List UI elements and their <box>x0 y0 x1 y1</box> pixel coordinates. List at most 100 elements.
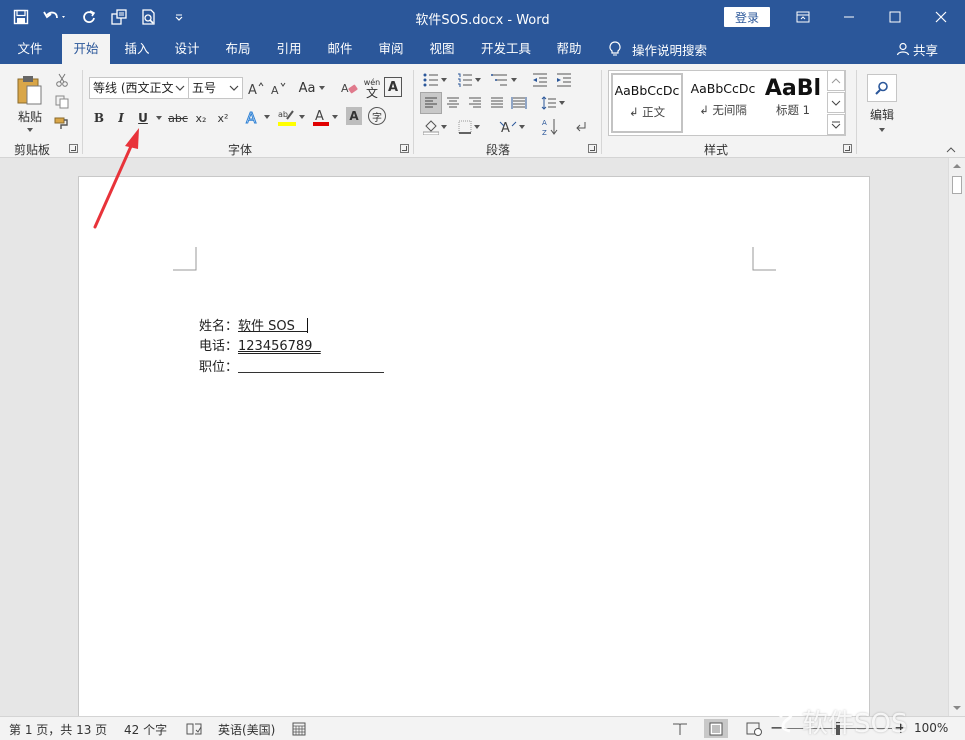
font-launcher[interactable] <box>400 144 409 153</box>
gallery-down-button[interactable] <box>827 92 845 113</box>
strikethrough-button[interactable]: abc <box>168 108 188 128</box>
tab-review[interactable]: 审阅 <box>370 34 412 64</box>
ribbon-display-button[interactable] <box>780 0 826 34</box>
line-spacing-button[interactable] <box>538 92 568 114</box>
gallery-more-button[interactable] <box>827 114 845 135</box>
document-page[interactable]: 姓名：软件 SOS 电话：123456789 职位： <box>78 176 870 716</box>
text-effects-button[interactable]: A <box>242 106 272 128</box>
tab-file[interactable]: 文件 <box>8 34 52 64</box>
tab-insert[interactable]: 插入 <box>116 34 158 64</box>
word-count[interactable]: 42 个字 <box>124 721 167 738</box>
position-blank <box>238 359 385 373</box>
highlight-button[interactable]: ab <box>276 106 306 128</box>
multilevel-list-button[interactable] <box>488 70 520 90</box>
scroll-down-icon[interactable] <box>952 704 962 712</box>
print-layout-button[interactable] <box>704 719 728 738</box>
styles-launcher[interactable] <box>843 144 852 153</box>
scrollbar-thumb[interactable] <box>952 176 962 194</box>
separator <box>413 70 414 154</box>
chevron-down-icon <box>175 85 185 91</box>
language[interactable]: 英语(美国) <box>218 721 275 738</box>
sort-button[interactable]: AZ <box>540 116 560 138</box>
editing-button[interactable]: 编辑 <box>864 70 900 136</box>
italic-button[interactable]: I <box>112 108 130 128</box>
underline-dropdown[interactable] <box>154 108 164 128</box>
macro-icon[interactable] <box>292 722 306 736</box>
clear-formatting-button[interactable]: A <box>340 77 360 99</box>
vertical-scrollbar[interactable] <box>948 158 965 716</box>
paragraph-launcher[interactable] <box>588 144 597 153</box>
decrease-indent-button[interactable] <box>530 70 550 90</box>
chevron-up-icon <box>831 77 841 83</box>
login-button[interactable]: 登录 <box>724 7 770 27</box>
svg-text:A: A <box>542 119 547 127</box>
form-button[interactable] <box>106 4 132 30</box>
read-mode-icon[interactable] <box>672 722 688 736</box>
clipboard-launcher[interactable] <box>69 144 78 153</box>
customize-qat-button[interactable] <box>166 4 192 30</box>
style-no-spacing[interactable]: AaBbCcDc ↲ 无间隔 <box>687 73 759 133</box>
char-border-button[interactable]: A <box>384 77 402 97</box>
collapse-ribbon-button[interactable] <box>944 144 958 154</box>
font-size-combo[interactable]: 五号 <box>188 77 243 99</box>
shading-button[interactable] <box>420 116 450 138</box>
paste-label: 粘贴 <box>17 110 42 124</box>
tab-developer[interactable]: 开发工具 <box>474 34 538 64</box>
tell-me-search[interactable]: 操作说明搜索 <box>608 34 707 64</box>
shrink-font-button[interactable]: A <box>268 77 288 99</box>
ribbon-home: 粘贴 剪贴板 等线 (西文正文 五号 A A Aa A wén 文 A B I … <box>0 64 965 158</box>
style-heading-1[interactable]: AaBl 标题 1 <box>759 73 827 133</box>
align-right-button[interactable] <box>465 92 485 114</box>
grow-font-button[interactable]: A <box>246 77 266 99</box>
style-normal[interactable]: AaBbCcDc ↲ 正文 <box>611 73 683 133</box>
tab-design[interactable]: 设计 <box>166 34 208 64</box>
zoom-level[interactable]: 100% <box>914 721 948 735</box>
change-case-button[interactable]: Aa <box>296 77 328 99</box>
tab-view[interactable]: 视图 <box>421 34 463 64</box>
tab-help[interactable]: 帮助 <box>548 34 590 64</box>
numbering-button[interactable] <box>454 70 484 90</box>
paste-button[interactable]: 粘贴 <box>10 70 50 136</box>
font-name-combo[interactable]: 等线 (西文正文 <box>89 77 189 99</box>
paint-bucket-icon <box>423 120 439 135</box>
tab-home[interactable]: 开始 <box>62 34 110 64</box>
cut-button[interactable] <box>52 70 72 90</box>
increase-indent-button[interactable] <box>554 70 574 90</box>
page-count[interactable]: 第 1 页，共 13 页 <box>9 721 107 738</box>
borders-button[interactable] <box>454 116 484 138</box>
char-shading-button[interactable]: A <box>346 107 362 125</box>
maximize-button[interactable] <box>872 0 918 34</box>
proofing-icon[interactable] <box>186 722 202 736</box>
align-left-button[interactable] <box>420 92 442 114</box>
web-layout-icon[interactable] <box>746 722 762 736</box>
redo-button[interactable] <box>76 4 102 30</box>
distributed-button[interactable] <box>509 92 529 114</box>
gallery-up-button[interactable] <box>827 70 845 91</box>
subscript-button[interactable]: x₂ <box>192 108 210 128</box>
copy-button[interactable] <box>52 92 72 112</box>
enclose-char-button[interactable]: 字 <box>368 107 386 125</box>
save-button[interactable] <box>8 4 34 30</box>
bullets-button[interactable] <box>420 70 450 90</box>
align-center-button[interactable] <box>443 92 463 114</box>
justify-button[interactable] <box>487 92 507 114</box>
numbering-icon <box>458 73 472 87</box>
bold-button[interactable]: B <box>90 108 108 128</box>
tab-references[interactable]: 引用 <box>268 34 310 64</box>
show-marks-button[interactable] <box>570 116 590 138</box>
undo-button[interactable] <box>38 4 72 30</box>
minimize-button[interactable] <box>826 0 872 34</box>
close-button[interactable] <box>918 0 964 34</box>
format-painter-button[interactable] <box>52 114 72 134</box>
scroll-up-icon[interactable] <box>952 162 962 170</box>
superscript-button[interactable]: x² <box>214 108 232 128</box>
share-button[interactable]: 共享 <box>896 34 938 64</box>
font-color-button[interactable]: A <box>310 106 340 128</box>
tab-layout[interactable]: 布局 <box>217 34 259 64</box>
phonetic-guide-button[interactable]: wén 文 <box>362 76 382 100</box>
chinese-layout-button[interactable]: A <box>496 116 528 138</box>
underline-button[interactable]: U <box>134 108 152 128</box>
print-preview-button[interactable] <box>136 4 162 30</box>
separator <box>601 70 602 154</box>
tab-mailings[interactable]: 邮件 <box>319 34 361 64</box>
